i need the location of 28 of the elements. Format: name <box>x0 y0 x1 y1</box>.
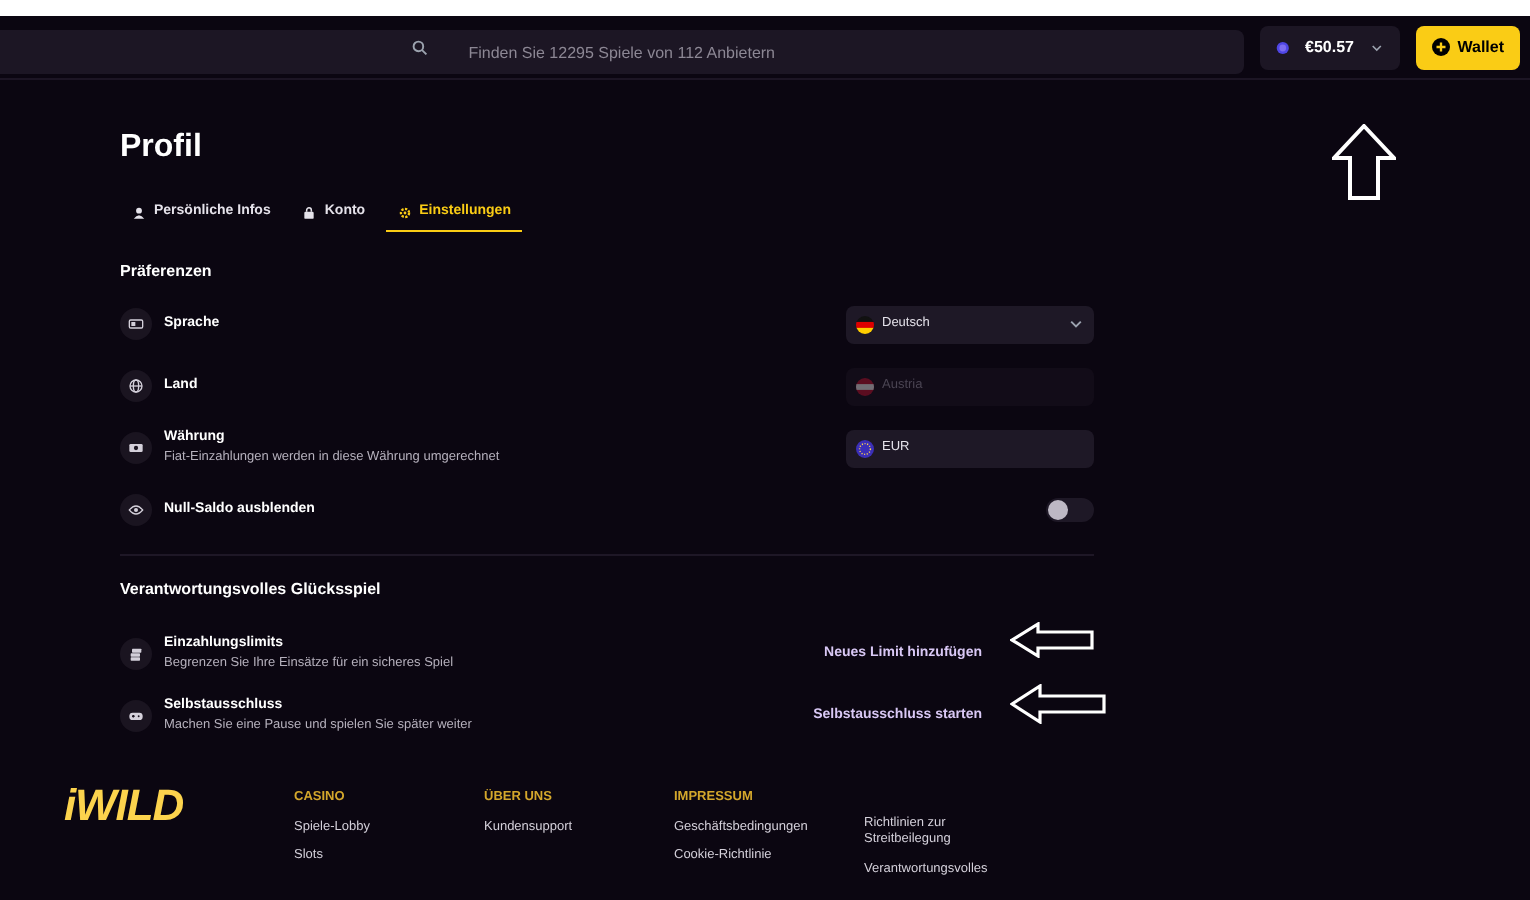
flag-icon <box>856 377 874 395</box>
globe-icon <box>128 378 144 394</box>
search-icon <box>412 39 428 55</box>
balance-selector[interactable]: €50.57 <box>1259 25 1400 69</box>
toggle-switch[interactable] <box>1046 498 1094 522</box>
gamepad-icon <box>128 708 144 724</box>
left-arrow-icon <box>1010 622 1094 658</box>
flag-icon <box>856 315 874 333</box>
eye-icon <box>128 502 144 518</box>
stack-icon <box>128 646 144 662</box>
left-arrow-icon <box>1010 684 1106 724</box>
user-icon <box>132 206 146 220</box>
wallet-button[interactable]: Wallet <box>1415 25 1520 69</box>
banknote-icon <box>128 440 144 456</box>
section-title: Präferenzen <box>120 260 214 284</box>
coin-icon <box>1275 39 1289 55</box>
settings-icon <box>397 206 412 220</box>
plus-icon <box>1431 38 1450 56</box>
page-title: Profil <box>120 128 204 168</box>
id-card-icon <box>128 316 144 332</box>
chevron-down-icon <box>1068 316 1084 332</box>
up-arrow-icon <box>1332 124 1396 200</box>
logo: iWILD <box>64 784 186 834</box>
balance-amount: €50.57 <box>1305 35 1354 59</box>
lock-icon <box>302 206 317 220</box>
euro-coin-icon <box>856 439 874 457</box>
search-field[interactable]: Finden Sie 12295 Spiele von 112 Anbietern <box>0 30 1244 74</box>
section-title: Verantwortungsvolles Glücksspiel <box>120 578 383 602</box>
